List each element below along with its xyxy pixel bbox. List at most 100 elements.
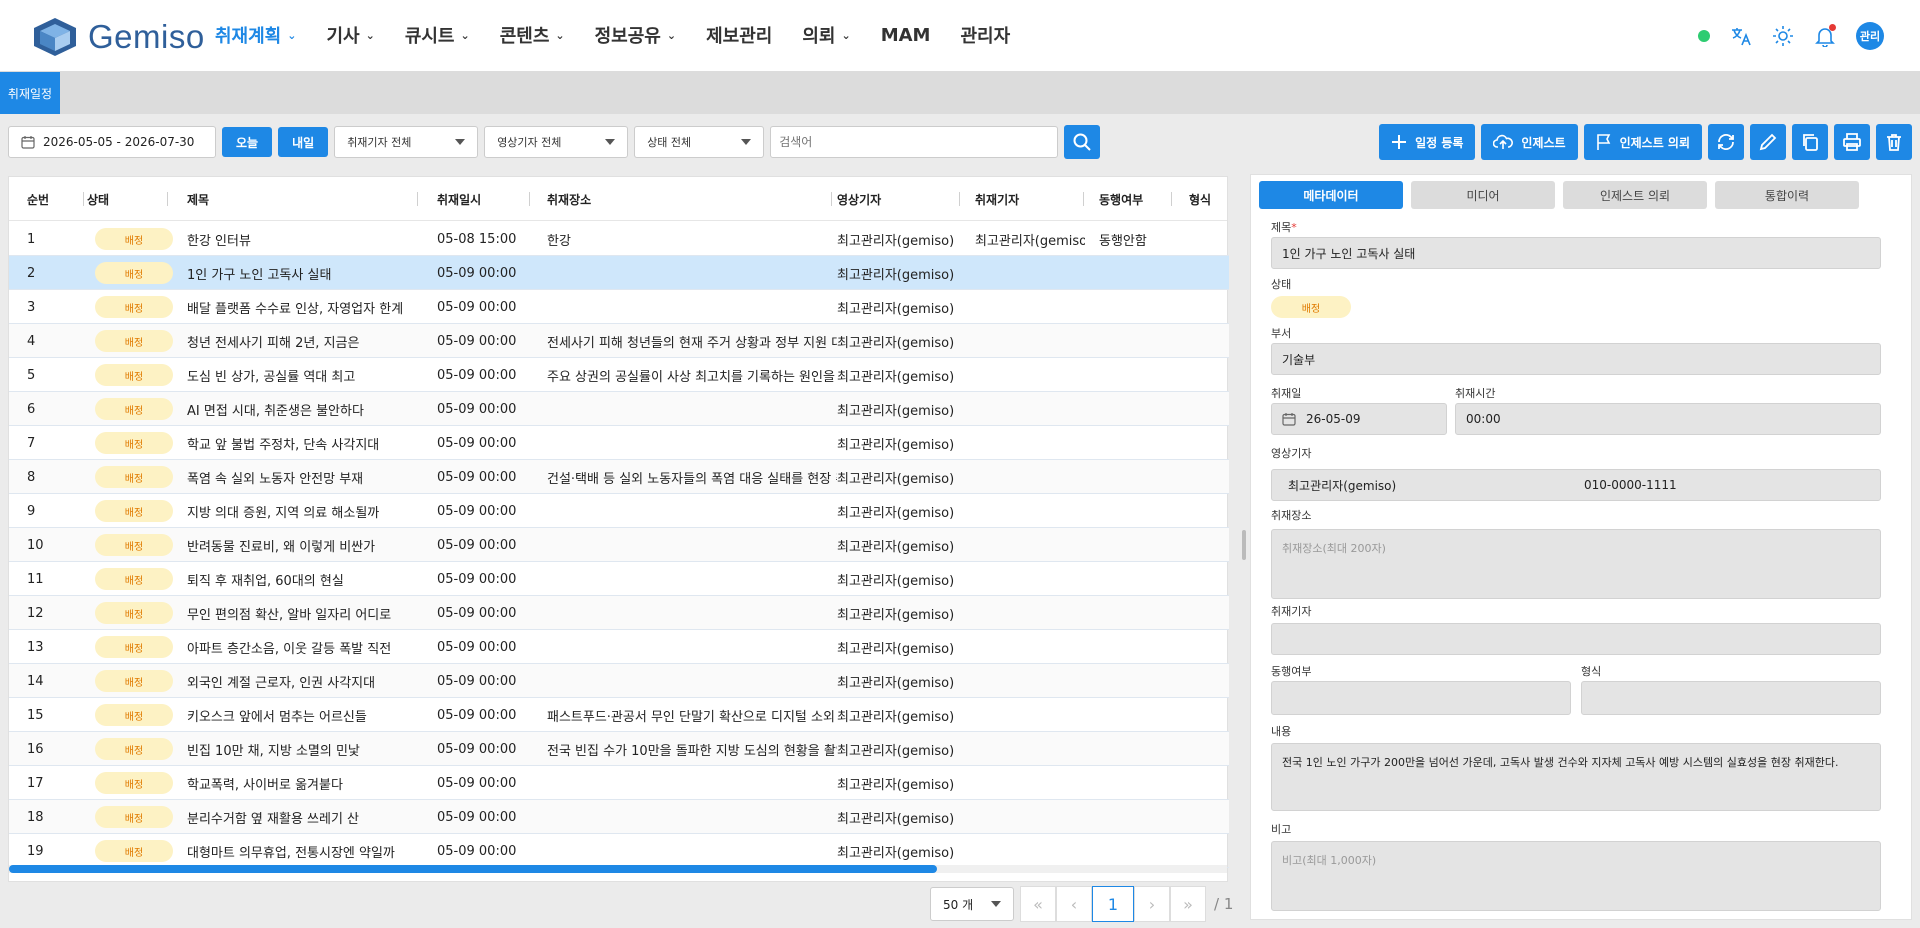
table-row[interactable]: 6 배정 AI 면접 시대, 취준생은 불안하다 05-09 00:00 최고관리자(g… xyxy=(9,392,1229,426)
chevron-down-icon: ⌄ xyxy=(555,28,565,42)
column-header-video[interactable]: 영상기자 xyxy=(837,177,881,221)
first-page-button[interactable]: « xyxy=(1020,886,1056,922)
next-page-button[interactable]: › xyxy=(1134,886,1170,922)
content-field[interactable]: 전국 1인 노인 가구가 200만을 넘어선 가운데, 고독사 발생 건수와 지… xyxy=(1271,743,1881,811)
dept-field[interactable]: 기술부 xyxy=(1271,343,1881,375)
column-header-datetime[interactable]: 취재일시 xyxy=(437,177,481,221)
search-input[interactable] xyxy=(770,126,1059,158)
column-header-reporter[interactable]: 취재기자 xyxy=(975,177,1019,221)
column-separator[interactable] xyxy=(1083,192,1084,206)
column-header-status[interactable]: 상태 xyxy=(87,177,109,221)
column-header-title[interactable]: 제목 xyxy=(187,177,209,221)
date-value: 26-05-09 xyxy=(1306,412,1361,426)
nav-item-7[interactable]: MAM xyxy=(881,22,931,48)
accompany-field[interactable] xyxy=(1271,681,1571,715)
table-row[interactable]: 17 배정 학교폭력, 사이버로 옮겨붙다 05-09 00:00 최고관리자(gemi… xyxy=(9,766,1229,800)
format-field[interactable] xyxy=(1581,681,1881,715)
horizontal-scrollbar-thumb[interactable] xyxy=(9,865,937,873)
place-field[interactable]: 취재장소(최대 200자) xyxy=(1271,529,1881,599)
search-button[interactable] xyxy=(1064,125,1101,159)
cell-no: 8 xyxy=(27,469,36,485)
table-row[interactable]: 3 배정 배달 플랫폼 수수료 인상, 자영업자 한계 05-09 00:00 최고관리… xyxy=(9,290,1229,324)
column-separator[interactable] xyxy=(831,192,832,206)
cell-title: 무인 편의점 확산, 알바 일자리 어디로 xyxy=(187,607,392,623)
user-avatar[interactable]: 관리 xyxy=(1856,22,1884,50)
refresh-button[interactable] xyxy=(1708,124,1744,160)
table-row[interactable]: 19 배정 대형마트 의무휴업, 전통시장엔 약일까 05-09 00:00 최고관리자… xyxy=(9,834,1229,868)
panel-resize-handle[interactable] xyxy=(1242,530,1246,560)
table-row[interactable]: 13 배정 아파트 층간소음, 이웃 갈등 폭발 직전 05-09 00:00 최고관리… xyxy=(9,630,1229,664)
ingest-request-label: 인제스트 의뢰 xyxy=(1619,135,1690,150)
nav-item-5[interactable]: 제보관리 xyxy=(706,22,772,48)
theme-sun-icon[interactable] xyxy=(1772,25,1794,47)
column-header-format[interactable]: 형식 xyxy=(1189,177,1211,221)
nav-item-4[interactable]: 정보공유 ⌄ xyxy=(595,22,676,48)
tomorrow-button[interactable]: 내일 xyxy=(278,127,329,157)
detail-tab-0[interactable]: 메타데이터 xyxy=(1259,181,1403,209)
ingest-request-button[interactable]: 인제스트 의뢰 xyxy=(1583,124,1702,160)
column-separator[interactable] xyxy=(167,192,168,206)
table-row[interactable]: 10 배정 반려동물 진료비, 왜 이렇게 비싼가 05-09 00:00 최고관리자(… xyxy=(9,528,1229,562)
column-separator[interactable] xyxy=(959,192,960,206)
title-field[interactable]: 1인 가구 노인 고독사 실태 xyxy=(1271,237,1881,269)
column-separator[interactable] xyxy=(1171,192,1172,206)
today-button[interactable]: 오늘 xyxy=(222,127,273,157)
tab-schedule[interactable]: 취재일정 xyxy=(0,72,60,114)
table-row[interactable]: 1 배정 한강 인터뷰 05-08 15:00 한강 최고관리자(gemiso) 최고관리자… xyxy=(9,222,1229,256)
date-range-picker[interactable]: 2026-05-05 - 2026-07-30 xyxy=(8,126,216,158)
nav-item-0[interactable]: 취재계획 ⌄ xyxy=(215,22,296,48)
note-field[interactable]: 비고(최대 1,000자) xyxy=(1271,841,1881,911)
detail-tab-1[interactable]: 미디어 xyxy=(1411,181,1555,209)
edit-button[interactable] xyxy=(1750,124,1786,160)
last-page-button[interactable]: » xyxy=(1170,886,1206,922)
column-separator[interactable] xyxy=(417,192,418,206)
column-separator[interactable] xyxy=(83,192,84,206)
ingest-button[interactable]: 인제스트 xyxy=(1481,124,1578,160)
table-row[interactable]: 12 배정 무인 편의점 확산, 알바 일자리 어디로 05-09 00:00 최고관리… xyxy=(9,596,1229,630)
table-row[interactable]: 5 배정 도심 빈 상가, 공실률 역대 최고 05-09 00:00 주요 상권의 공… xyxy=(9,358,1229,392)
time-field[interactable]: 00:00 xyxy=(1455,403,1881,435)
table-row[interactable]: 11 배정 퇴직 후 재취업, 60대의 현실 05-09 00:00 최고관리자(ge… xyxy=(9,562,1229,596)
column-header-no[interactable]: 순번 xyxy=(27,177,49,221)
nav-item-3[interactable]: 콘텐츠 ⌄ xyxy=(500,22,565,48)
table-row[interactable]: 15 배정 키오스크 앞에서 멈추는 어르신들 05-09 00:00 패스트푸드·관공… xyxy=(9,698,1229,732)
table-row[interactable]: 7 배정 학교 앞 불법 주정차, 단속 사각지대 05-09 00:00 최고관리자(… xyxy=(9,426,1229,460)
table-row[interactable]: 16 배정 빈집 10만 채, 지방 소멸의 민낯 05-09 00:00 전국 빈집 … xyxy=(9,732,1229,766)
nav-item-2[interactable]: 큐시트 ⌄ xyxy=(405,22,470,48)
nav-item-6[interactable]: 의뢰 ⌄ xyxy=(802,22,850,48)
status-badge: 배정 xyxy=(95,500,173,522)
video-reporter-field[interactable]: 최고관리자(gemiso) 010-0000-1111 xyxy=(1271,469,1881,501)
column-separator[interactable] xyxy=(529,192,530,206)
nav-item-1[interactable]: 기사 ⌄ xyxy=(326,22,374,48)
detail-tab-3[interactable]: 통합이력 xyxy=(1715,181,1859,209)
table-row[interactable]: 4 배정 청년 전세사기 피해 2년, 지금은 05-09 00:00 전세사기 피해 … xyxy=(9,324,1229,358)
per-page-select[interactable]: 50 개 xyxy=(930,887,1014,921)
cell-datetime: 05-09 00:00 xyxy=(437,673,517,689)
notification-bell-icon[interactable] xyxy=(1814,24,1836,47)
table-row[interactable]: 8 배정 폭염 속 실외 노동자 안전망 부재 05-09 00:00 건설·택배 등 … xyxy=(9,460,1229,494)
date-field[interactable]: 26-05-09 xyxy=(1271,403,1447,435)
column-header-place[interactable]: 취재장소 xyxy=(547,177,591,221)
copy-button[interactable] xyxy=(1792,124,1828,160)
prev-page-button[interactable]: ‹ xyxy=(1056,886,1092,922)
delete-button[interactable] xyxy=(1876,124,1912,160)
video-reporter-select[interactable]: 영상기자 전체 xyxy=(484,126,629,158)
translate-icon[interactable] xyxy=(1730,25,1752,47)
column-header-label: 제목 xyxy=(187,192,210,207)
status-label: 상태 xyxy=(1271,278,1292,291)
reporter-select[interactable]: 취재기자 전체 xyxy=(334,126,479,158)
reporter-field[interactable] xyxy=(1271,623,1881,655)
current-page-button[interactable]: 1 xyxy=(1092,886,1134,922)
nav-item-8[interactable]: 관리자 xyxy=(960,22,1010,48)
table-row[interactable]: 2 배정 1인 가구 노인 고독사 실태 05-09 00:00 최고관리자(gemis… xyxy=(9,256,1229,290)
detail-tab-2[interactable]: 인제스트 의뢰 xyxy=(1563,181,1707,209)
logo[interactable]: Gemiso xyxy=(30,16,205,58)
status-select[interactable]: 상태 전체 xyxy=(634,126,765,158)
column-header-accompany[interactable]: 동행여부 xyxy=(1099,177,1143,221)
register-schedule-button[interactable]: 일정 등록 xyxy=(1379,124,1476,160)
print-button[interactable] xyxy=(1834,124,1870,160)
cell-accompany xyxy=(1099,494,1179,528)
table-row[interactable]: 18 배정 분리수거함 옆 재활용 쓰레기 산 05-09 00:00 최고관리자(ge… xyxy=(9,800,1229,834)
table-row[interactable]: 9 배정 지방 의대 증원, 지역 의료 해소될까 05-09 00:00 최고관리자(… xyxy=(9,494,1229,528)
table-row[interactable]: 14 배정 외국인 계절 근로자, 인권 사각지대 05-09 00:00 최고관리자(… xyxy=(9,664,1229,698)
